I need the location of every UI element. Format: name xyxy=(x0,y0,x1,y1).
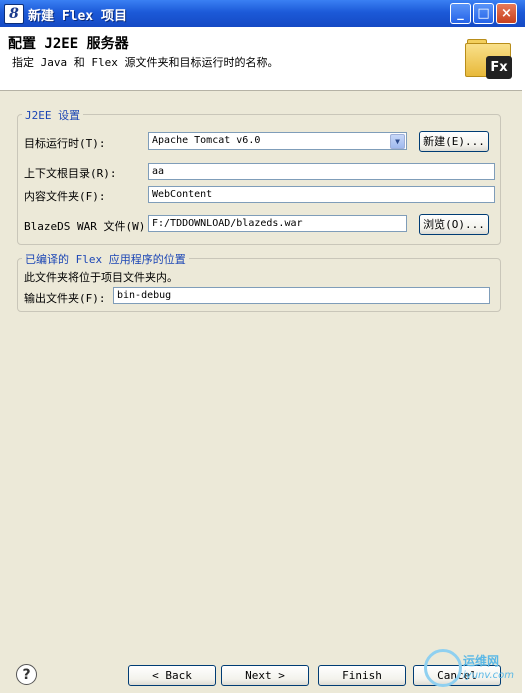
chevron-down-icon[interactable]: ▼ xyxy=(390,134,405,149)
title-bar: 8 新建 Flex 项目 _ □ × xyxy=(0,0,525,27)
content-folder-label: 内容文件夹(F): xyxy=(24,190,106,203)
browse-button[interactable]: 浏览(O)... xyxy=(419,214,489,235)
war-file-label: BlazeDS WAR 文件(W): xyxy=(24,220,152,233)
maximize-button[interactable]: □ xyxy=(473,3,494,24)
runtime-select[interactable]: Apache Tomcat v6.0 ▼ xyxy=(148,132,407,150)
output-note: 此文件夹将位于项目文件夹内。 xyxy=(24,271,178,284)
output-group-label: 已编译的 Flex 应用程序的位置 xyxy=(22,251,189,267)
runtime-value: Apache Tomcat v6.0 xyxy=(152,135,261,146)
wizard-header: 配置 J2EE 服务器 指定 Java 和 Flex 源文件夹和目标运行时的名称… xyxy=(0,27,525,91)
watermark-domain: iyunv.com xyxy=(463,670,515,681)
watermark-logo-icon xyxy=(424,649,462,687)
output-folder-label: 输出文件夹(F): xyxy=(24,292,106,305)
flex-folder-icon: Fx xyxy=(463,37,513,81)
output-folder-input[interactable]: bin-debug xyxy=(113,287,490,304)
new-runtime-button[interactable]: 新建(E)... xyxy=(419,131,489,152)
close-button[interactable]: × xyxy=(496,3,517,24)
runtime-label: 目标运行时(T): xyxy=(24,137,106,150)
finish-button[interactable]: Finish xyxy=(318,665,406,686)
context-root-label: 上下文根目录(R): xyxy=(24,167,117,180)
flex-app-icon: 8 xyxy=(4,4,24,24)
window-title: 新建 Flex 项目 xyxy=(28,9,127,24)
minimize-button[interactable]: _ xyxy=(450,3,471,24)
back-button[interactable]: < Back xyxy=(128,665,216,686)
page-description: 指定 Java 和 Flex 源文件夹和目标运行时的名称。 xyxy=(12,56,279,69)
watermark-site: 运维网 xyxy=(463,654,500,668)
next-button[interactable]: Next > xyxy=(221,665,309,686)
help-icon[interactable]: ? xyxy=(16,664,37,685)
war-file-input[interactable]: F:/TDDOWNLOAD/blazeds.war xyxy=(148,215,407,232)
page-title: 配置 J2EE 服务器 xyxy=(8,36,129,52)
j2ee-group-label: J2EE 设置 xyxy=(22,107,84,123)
context-root-input[interactable]: aa xyxy=(148,163,495,180)
content-folder-input[interactable]: WebContent xyxy=(148,186,495,203)
